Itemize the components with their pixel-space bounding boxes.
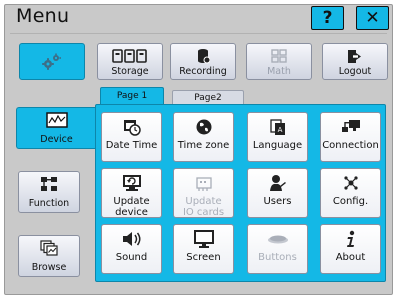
language-icon: A [269, 118, 287, 136]
connection-button[interactable]: Connection [320, 112, 381, 162]
update-device-icon [122, 174, 142, 192]
time-zone-label: Time zone [177, 140, 230, 151]
calendar-clock-icon [123, 118, 141, 136]
close-button[interactable]: ✕ [356, 6, 389, 30]
network-icon [340, 118, 362, 136]
update-device-label: Update device [113, 196, 150, 218]
math-icon [271, 48, 287, 64]
connection-label: Connection [322, 140, 379, 151]
recording-icon [196, 48, 210, 64]
button-icon [267, 230, 289, 248]
config-icon [342, 174, 360, 192]
logout-label: Logout [338, 66, 372, 77]
screen-button[interactable]: Screen [173, 224, 234, 274]
about-button[interactable]: About [320, 224, 381, 274]
sidebar-item-device[interactable]: Device [16, 107, 96, 149]
help-button[interactable]: ? [311, 6, 344, 30]
device-icon [45, 111, 68, 131]
logout-button[interactable]: Logout [322, 43, 388, 80]
update-io-cards-label: Update IO cards [182, 196, 225, 218]
date-time-label: Date Time [105, 140, 158, 151]
browse-icon [40, 239, 58, 259]
recording-label: Recording [179, 66, 227, 77]
recording-button[interactable]: Recording [170, 43, 236, 80]
logout-icon [347, 48, 363, 64]
math-label: Math [267, 66, 291, 77]
config-label: Config. [332, 196, 369, 207]
storage-label: Storage [111, 66, 149, 77]
users-button[interactable]: Users [247, 168, 308, 218]
storage-button[interactable]: Storage [97, 43, 163, 80]
about-label: About [335, 252, 366, 263]
update-device-button[interactable]: Update device [101, 168, 162, 218]
users-label: Users [263, 196, 292, 207]
sidebar-item-browse[interactable]: Browse [18, 235, 80, 277]
update-io-cards-button[interactable]: Update IO cards [173, 168, 234, 218]
sidebar-item-function[interactable]: Function [18, 171, 80, 213]
info-icon [345, 230, 357, 248]
sidebar-item-label: Browse [31, 261, 67, 273]
settings-button[interactable] [19, 43, 85, 80]
config-button[interactable]: Config. [320, 168, 381, 218]
language-label: Language [252, 140, 303, 151]
speaker-icon [122, 230, 142, 248]
tab-page-1[interactable]: Page 1 [100, 87, 164, 104]
users-icon [269, 174, 287, 192]
buttons-button[interactable]: Buttons [247, 224, 308, 274]
update-io-icon [194, 174, 214, 192]
language-button[interactable]: A Language [247, 112, 308, 162]
sound-button[interactable]: Sound [101, 224, 162, 274]
gears-icon [42, 53, 61, 70]
globe-icon [195, 118, 213, 136]
date-time-button[interactable]: Date Time [101, 112, 162, 162]
function-icon [40, 176, 58, 195]
tab-page-2[interactable]: Page2 [172, 90, 244, 104]
math-button[interactable]: Math [246, 43, 312, 80]
sound-label: Sound [115, 252, 148, 263]
time-zone-button[interactable]: Time zone [173, 112, 234, 162]
sidebar-item-label: Function [28, 197, 70, 209]
monitor-icon [193, 230, 214, 248]
screen-label: Screen [186, 252, 221, 263]
svg-text:A: A [277, 126, 282, 134]
title-divider [10, 33, 387, 34]
storage-icon [112, 48, 148, 64]
sidebar-item-label: Device [40, 133, 73, 145]
buttons-label: Buttons [258, 252, 297, 263]
window-title: Menu [16, 5, 70, 27]
